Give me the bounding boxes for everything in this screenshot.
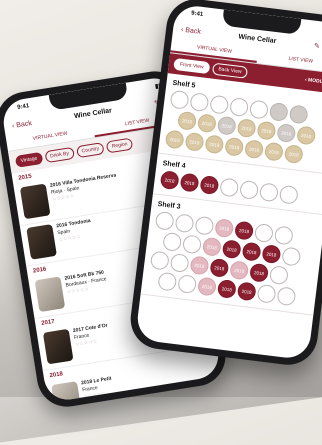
- bottle-slot[interactable]: [288, 104, 309, 125]
- bottle-slot[interactable]: [154, 210, 175, 231]
- bottle-slot[interactable]: 2018: [249, 262, 270, 283]
- bottle-slot[interactable]: [157, 271, 178, 292]
- back-view-button[interactable]: Back View: [211, 62, 249, 79]
- bottle-slot[interactable]: [239, 179, 260, 200]
- status-time: 9:41: [190, 10, 204, 18]
- bottle-slot[interactable]: 2018: [184, 131, 205, 152]
- wine-bottle-image: [51, 381, 82, 403]
- bottle-slot[interactable]: [174, 213, 195, 234]
- page-title: Wine Cellar: [238, 33, 277, 45]
- back-label: Back: [15, 119, 33, 129]
- bottle-slot[interactable]: 2018: [214, 218, 235, 239]
- bottle-slot[interactable]: 2018: [159, 170, 180, 191]
- bottle-slot[interactable]: [276, 286, 297, 307]
- bottle-slot[interactable]: [169, 89, 190, 110]
- page-title: Wine Cellar: [73, 106, 113, 120]
- bottle-slot[interactable]: [268, 265, 289, 286]
- bottle-slot[interactable]: 2018: [296, 125, 317, 146]
- back-button[interactable]: ‹ Back: [12, 120, 33, 130]
- back-button[interactable]: ‹ Back: [181, 26, 202, 35]
- bottle-slot[interactable]: [169, 252, 190, 274]
- virtual-screen: 9:41 ▮▮ ‹ Back Wine Cellar ✎⚙⌕ VIRTUAL V…: [135, 3, 322, 361]
- bottle-slot[interactable]: 2018: [236, 281, 257, 302]
- bottle-slot[interactable]: 2018: [276, 123, 297, 144]
- bottle-slot[interactable]: [248, 99, 269, 120]
- wine-info: 2016 Tondonia Spain ☆☆☆☆☆: [56, 218, 96, 257]
- bottle-slot[interactable]: 2018: [189, 255, 210, 276]
- bottle-slot[interactable]: 2018: [179, 172, 200, 193]
- bottle-slot[interactable]: [229, 97, 250, 118]
- bottle-slot[interactable]: [219, 177, 240, 198]
- bottle-slot[interactable]: [189, 92, 210, 113]
- filter-region[interactable]: Region: [105, 137, 134, 154]
- shelves: Shelf 5 2018 2018 2018 2018 2018 2018 2018 2018 2…: [140, 73, 322, 316]
- bottle-slot[interactable]: [273, 225, 294, 246]
- bottle-slot[interactable]: [256, 283, 277, 304]
- bottle-slot[interactable]: [268, 101, 289, 122]
- wine-info: 2017 Cote d'Or France ☆☆☆☆☆: [72, 323, 112, 362]
- bottle-slot[interactable]: 2018: [241, 241, 262, 262]
- back-label: Back: [184, 26, 202, 36]
- bottle-slot[interactable]: 2018: [196, 113, 217, 134]
- bottle-slot[interactable]: [162, 231, 183, 252]
- bottle-slot[interactable]: 2018: [283, 144, 304, 165]
- bottle-slot[interactable]: 2018: [196, 276, 218, 297]
- wine-info: 2018 Le Petit France ☆☆☆☆☆: [81, 376, 117, 403]
- bottle-slot[interactable]: 2018: [177, 110, 198, 131]
- bottle-slot[interactable]: [253, 223, 274, 244]
- filter-drink-by[interactable]: Drink By: [44, 146, 75, 164]
- bottle-slot[interactable]: 2018: [199, 175, 220, 196]
- bottle-slot[interactable]: 2018: [216, 115, 237, 136]
- bottle-slot[interactable]: [194, 215, 215, 236]
- edit-icon[interactable]: ✎: [314, 42, 321, 51]
- bottle-slot[interactable]: 2018: [263, 141, 284, 162]
- module-selector[interactable]: ‹ MODULE 1 ›: [305, 77, 322, 87]
- bottle-slot[interactable]: 2018: [224, 136, 245, 157]
- wine-bottle-image: [26, 224, 57, 260]
- filter-country[interactable]: Country: [75, 142, 105, 159]
- wine-bottle-image: [19, 183, 51, 220]
- bottle-slot[interactable]: 2018: [209, 257, 230, 278]
- front-view-button[interactable]: Front View: [173, 57, 211, 75]
- filter-vintage[interactable]: Vintage: [14, 151, 44, 168]
- bottle-slot[interactable]: 2018: [164, 129, 185, 150]
- bottle-slot[interactable]: [258, 182, 279, 203]
- bottle-slot[interactable]: 2018: [216, 278, 237, 299]
- module-label: MODULE 1: [307, 77, 322, 86]
- status-time: 9:41: [16, 103, 30, 111]
- bottle-slot[interactable]: 2018: [204, 134, 225, 155]
- bottle-slot[interactable]: 2018: [236, 118, 257, 139]
- bottle-slot[interactable]: [181, 234, 203, 255]
- bottle-slot[interactable]: [149, 250, 170, 271]
- wine-bottle-image: [42, 328, 74, 365]
- bottle-slot[interactable]: 2018: [261, 244, 282, 265]
- bottle-slot[interactable]: [281, 246, 302, 267]
- bottle-slot[interactable]: 2018: [256, 120, 277, 141]
- bottle-slot[interactable]: 2018: [221, 239, 242, 260]
- wine-info: 2016 Villa Tondonia Reserva Rioja · Spain…: [49, 172, 121, 216]
- wine-bottle-image: [34, 276, 66, 313]
- bottle-slot[interactable]: [278, 184, 299, 205]
- bottle-slot[interactable]: [177, 274, 198, 295]
- wine-info: 2016 Soft Bk 750 Bordeaux · France ☆☆☆☆☆: [64, 269, 110, 309]
- bottle-slot[interactable]: 2018: [229, 260, 250, 281]
- phone-virtual-view: 9:41 ▮▮ ‹ Back Wine Cellar ✎⚙⌕ VIRTUAL V…: [127, 0, 322, 369]
- bottle-slot[interactable]: 2018: [201, 236, 222, 257]
- bottle-slot[interactable]: [209, 94, 230, 115]
- bottle-slot[interactable]: 2018: [234, 220, 255, 241]
- bottle-slot[interactable]: 2018: [244, 139, 265, 160]
